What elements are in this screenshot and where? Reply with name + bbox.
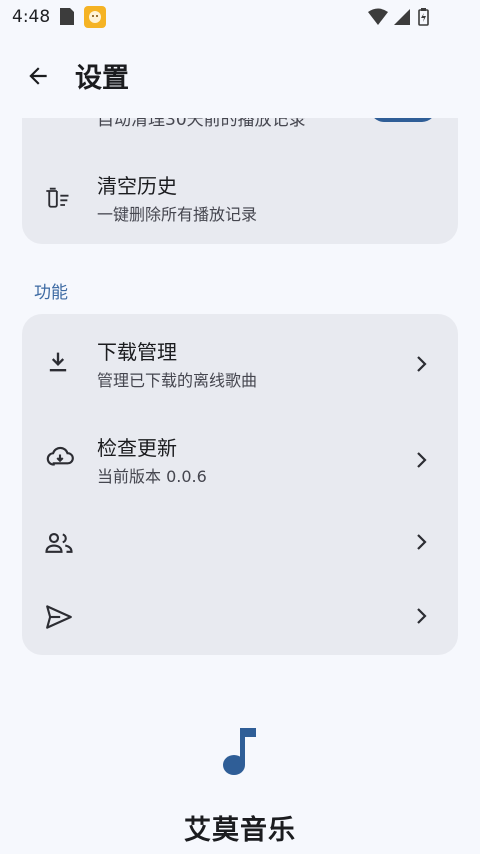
music-note-icon: [222, 726, 258, 780]
cloud-download-icon: [46, 446, 74, 466]
send-icon: [46, 605, 72, 629]
auto-clean-subtitle: 自动清理30天前的播放记录: [97, 118, 306, 130]
chevron-right-icon: [417, 534, 427, 550]
app-notification-icon: [84, 6, 106, 32]
group-row[interactable]: [22, 504, 458, 584]
chevron-right-icon: [417, 608, 427, 624]
download-manager-subtitle: 管理已下载的离线歌曲: [97, 371, 258, 390]
status-bar: 4:48: [0, 0, 480, 34]
feedback-row[interactable]: [22, 578, 458, 658]
group-icon: [45, 532, 73, 553]
brand-name: 艾莫音乐: [184, 815, 296, 846]
check-update-subtitle: 当前版本 0.0.6: [97, 467, 207, 486]
delete-sweep-icon: [46, 187, 69, 208]
battery-icon: [418, 8, 429, 26]
download-manager-title: 下载管理: [97, 340, 177, 364]
chevron-right-icon: [417, 452, 427, 468]
clear-history-title: 清空历史: [97, 174, 177, 198]
status-time: 4:48: [12, 7, 51, 27]
check-update-title: 检查更新: [97, 436, 177, 460]
signal-icon: [394, 9, 410, 25]
settings-scroll-area[interactable]: 自动清理30天前的播放记录 清空历史 一键删除所有播放记录 功能 下载管理 管理…: [0, 118, 480, 854]
back-button[interactable]: [20, 58, 56, 94]
clear-history-row[interactable]: 清空历史 一键删除所有播放记录: [22, 158, 458, 238]
app-bar: 设置: [0, 46, 480, 106]
page-title: 设置: [75, 63, 129, 94]
features-card: 下载管理 管理已下载的离线歌曲 检查更新 当前版本 0.0.6: [22, 314, 458, 655]
status-right-icons: [368, 8, 446, 30]
sim-card-icon: [60, 8, 74, 29]
check-update-row[interactable]: 检查更新 当前版本 0.0.6: [22, 418, 458, 498]
chevron-right-icon: [417, 356, 427, 372]
clear-history-subtitle: 一键删除所有播放记录: [97, 205, 258, 224]
download-icon: [49, 352, 67, 372]
download-manager-row[interactable]: 下载管理 管理已下载的离线歌曲: [22, 322, 458, 402]
arrow-back-icon: [29, 67, 47, 85]
section-label-features: 功能: [34, 283, 68, 303]
auto-clean-toggle[interactable]: [370, 118, 436, 122]
history-settings-card: 自动清理30天前的播放记录 清空历史 一键删除所有播放记录: [22, 118, 458, 244]
wifi-icon: [368, 8, 388, 25]
